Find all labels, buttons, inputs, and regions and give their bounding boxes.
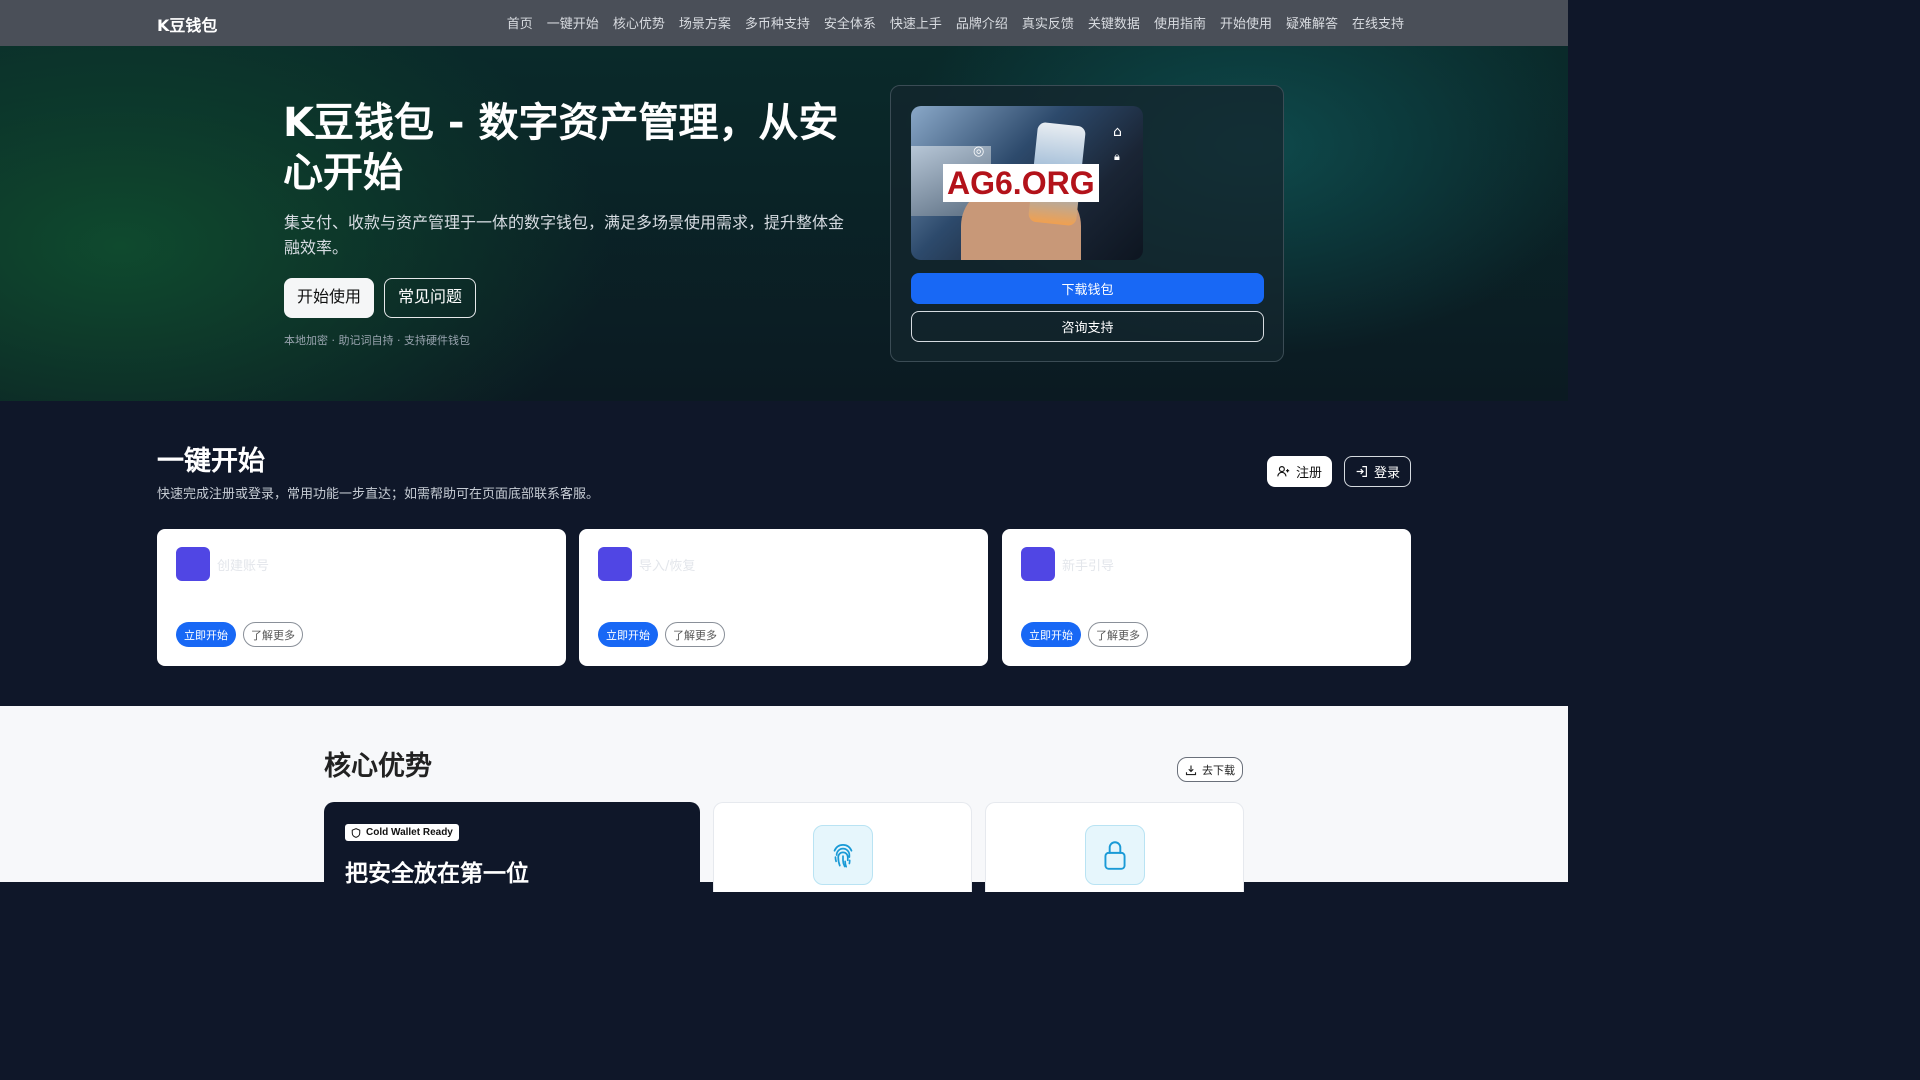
feature-card-biometric	[713, 802, 972, 892]
security-feature-card: Cold Wallet Ready 把安全放在第一位	[324, 802, 700, 892]
nav-link-core[interactable]: 核心优势	[613, 13, 665, 32]
quick-card-beginner-guide: 新手引导 立即开始 了解更多	[1002, 529, 1411, 666]
quick-start-title: 一键开始	[157, 446, 265, 477]
nav-link-brand[interactable]: 品牌介绍	[956, 13, 1008, 32]
start-button[interactable]: 开始使用	[284, 278, 375, 318]
image-watermark-label: AG6.ORG	[943, 164, 1099, 202]
nav-link-support[interactable]: 在线支持	[1352, 13, 1404, 32]
lock-icon-box	[1085, 825, 1145, 885]
card-start-button[interactable]: 立即开始	[598, 622, 658, 647]
register-button[interactable]: 注册	[1267, 456, 1333, 487]
nav-link-multi-currency[interactable]: 多币种支持	[745, 13, 810, 32]
home-icon: ⌂	[1113, 124, 1122, 140]
core-advantages-title: 核心优势	[324, 751, 432, 782]
hero-card: ⌂ 🔒︎ ◎ AG6.ORG 下载钱包 咨询支持	[890, 85, 1284, 362]
card-start-button[interactable]: 立即开始	[176, 622, 236, 647]
card-title: 导入/恢复	[639, 559, 696, 574]
hero-section: K豆钱包 - 数字资产管理，从安心开始 集支付、收款与资产管理于一体的数字钱包，…	[0, 46, 1568, 401]
nav-link-quick-start[interactable]: 一键开始	[547, 13, 599, 32]
faq-button[interactable]: 常见问题	[384, 278, 477, 318]
lock-icon	[1104, 841, 1126, 870]
nav-link-security[interactable]: 安全体系	[824, 13, 876, 32]
card-learn-more-button[interactable]: 了解更多	[1088, 622, 1148, 647]
card-title: 新手引导	[1062, 559, 1115, 574]
top-navbar: K豆钱包 首页 一键开始 核心优势 场景方案 多币种支持 安全体系 快速上手 品…	[0, 0, 1568, 46]
brand-logo[interactable]: K豆钱包	[157, 12, 217, 36]
feature-card-encryption	[985, 802, 1244, 892]
nav-link-faq[interactable]: 疑难解答	[1286, 13, 1338, 32]
hero-subtitle: 集支付、收款与资产管理于一体的数字钱包，满足多场景使用需求，提升整体金融效率。	[284, 213, 845, 257]
goto-download-label: 去下载	[1202, 764, 1235, 777]
hero-image: ⌂ 🔒︎ ◎ AG6.ORG	[911, 106, 1143, 260]
nav-link-key-data[interactable]: 关键数据	[1088, 13, 1140, 32]
nav-link-get-started[interactable]: 快速上手	[890, 13, 942, 32]
nav-links: 首页 一键开始 核心优势 场景方案 多币种支持 安全体系 快速上手 品牌介绍 真…	[493, 13, 1404, 32]
fingerprint-icon	[833, 844, 853, 868]
nav-link-start-using[interactable]: 开始使用	[1220, 13, 1272, 32]
goto-download-button[interactable]: 去下载	[1177, 757, 1243, 782]
cold-wallet-badge-label: Cold Wallet Ready	[366, 827, 453, 838]
user-plus-icon	[1277, 466, 1290, 477]
quick-start-section: 一键开始 快速完成注册或登录，常用功能一步直达；如需帮助可在页面底部联系客服。 …	[0, 401, 1568, 706]
shield-icon	[351, 827, 361, 838]
nav-link-guide[interactable]: 使用指南	[1154, 13, 1206, 32]
login-icon	[1356, 466, 1367, 477]
globe-icon: ◎	[973, 144, 985, 159]
login-button[interactable]: 登录	[1344, 456, 1412, 487]
register-label: 注册	[1296, 465, 1323, 480]
card-learn-more-button[interactable]: 了解更多	[665, 622, 725, 647]
card-icon	[176, 547, 210, 581]
card-icon	[598, 547, 632, 581]
login-label: 登录	[1374, 465, 1401, 480]
nav-link-feedback[interactable]: 真实反馈	[1022, 13, 1074, 32]
lock-icon: 🔒︎	[1114, 150, 1120, 163]
nav-link-scenarios[interactable]: 场景方案	[679, 13, 731, 32]
core-advantages-section: 核心优势 去下载 Cold Wallet Ready 把安全放在第一位	[0, 706, 1568, 892]
consult-support-button[interactable]: 咨询支持	[911, 311, 1264, 342]
quick-start-subtitle: 快速完成注册或登录，常用功能一步直达；如需帮助可在页面底部联系客服。	[157, 487, 600, 502]
fingerprint-icon-box	[813, 825, 873, 885]
download-wallet-button[interactable]: 下载钱包	[911, 273, 1264, 304]
download-icon	[1185, 765, 1197, 775]
security-feature-title: 把安全放在第一位	[345, 861, 529, 887]
nav-link-home[interactable]: 首页	[507, 13, 533, 32]
card-learn-more-button[interactable]: 了解更多	[243, 622, 303, 647]
cold-wallet-badge: Cold Wallet Ready	[345, 824, 459, 841]
card-icon	[1021, 547, 1055, 581]
card-start-button[interactable]: 立即开始	[1021, 622, 1081, 647]
hero-title: K豆钱包 - 数字资产管理，从安心开始	[283, 100, 839, 196]
quick-card-create-account: 创建账号 立即开始 了解更多	[157, 529, 566, 666]
quick-card-import-restore: 导入/恢复 立即开始 了解更多	[579, 529, 988, 666]
hero-note: 本地加密 · 助记词自持 · 支持硬件钱包	[284, 334, 470, 347]
card-title: 创建账号	[217, 559, 270, 574]
